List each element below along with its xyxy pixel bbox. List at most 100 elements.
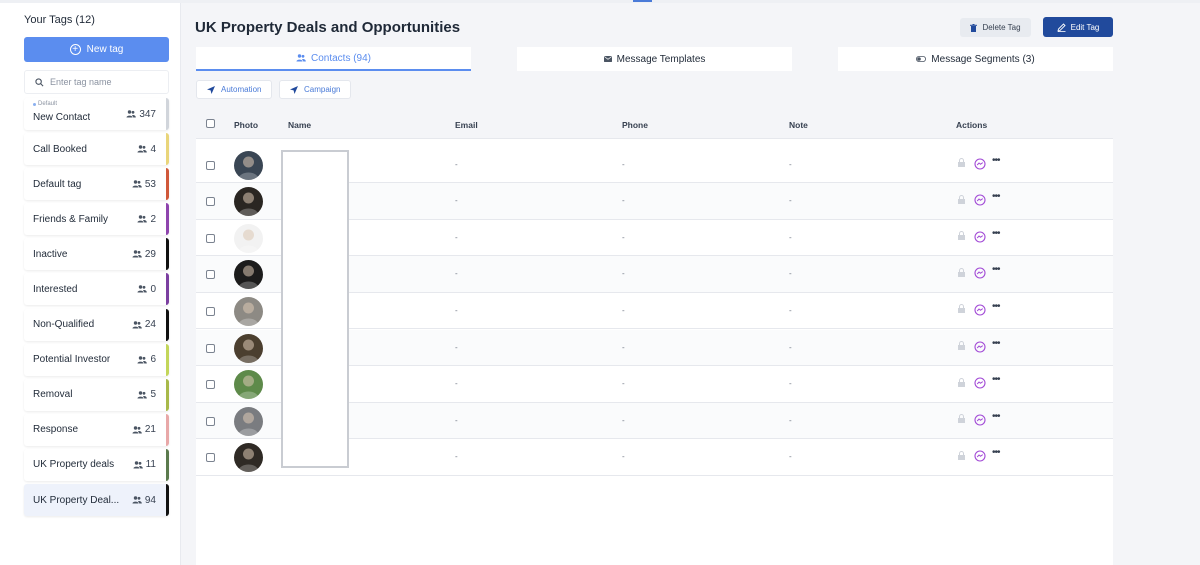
messenger-icon[interactable] [974,340,986,353]
row-actions: ••• [956,375,1006,389]
automation-button[interactable]: Automation [196,80,273,99]
tag-item[interactable]: Default New Contact 347 [24,98,169,130]
avatar[interactable] [234,187,263,217]
avatar[interactable] [234,406,263,436]
email-cell: - [455,305,458,315]
avatar[interactable] [234,370,263,400]
avatar[interactable] [234,260,263,290]
tag-item[interactable]: Interested 0 [24,273,169,306]
more-icon[interactable]: ••• [992,411,1006,424]
tag-count-value: 0 [150,283,156,295]
tab-message-templates[interactable]: Message Templates [517,47,792,71]
email-cell: - [455,269,458,279]
more-icon[interactable]: ••• [992,375,1006,387]
more-icon[interactable]: ••• [992,448,1006,460]
row-checkbox[interactable] [206,380,215,390]
lock-icon[interactable] [956,158,966,168]
avatar[interactable] [234,333,263,363]
note-cell: - [789,232,792,242]
tab-contacts[interactable]: Contacts (94) [196,47,471,71]
tag-count-value: 94 [144,494,156,506]
row-checkbox[interactable] [206,233,215,243]
row-checkbox[interactable] [206,160,215,170]
lock-icon[interactable] [956,304,966,314]
avatar[interactable] [234,443,263,473]
tab-message-segments[interactable]: Message Segments (3) [838,47,1113,71]
row-checkbox[interactable] [206,453,215,463]
messenger-icon[interactable] [974,413,986,426]
messenger-icon[interactable] [974,157,986,170]
tag-item[interactable]: Potential Investor 6 [24,343,169,376]
tag-search-input[interactable] [50,77,160,87]
messenger-icon[interactable] [974,193,986,206]
tag-name: New Contact [33,111,91,123]
tag-item[interactable]: Inactive 29 [24,238,169,271]
tag-item[interactable]: UK Property deals 11 [24,448,169,481]
lock-icon[interactable] [956,267,966,277]
tag-item[interactable]: Removal 5 [24,378,169,411]
tag-color-bar [166,273,169,306]
messenger-icon[interactable] [974,449,986,462]
delete-tag-button[interactable]: Delete Tag [960,18,1031,37]
avatar[interactable] [234,296,263,326]
tag-count-value: 4 [150,143,156,155]
tag-item[interactable]: UK Property Deal... 94 [24,484,169,517]
users-icon [137,391,148,399]
plus-circle-icon: + [69,44,81,55]
lock-icon[interactable] [956,377,966,387]
row-checkbox[interactable] [206,270,215,280]
select-all-checkbox[interactable] [206,119,215,128]
more-icon[interactable]: ••• [992,228,1006,241]
col-actions: Actions [956,120,988,130]
avatar[interactable] [234,223,263,253]
lock-icon[interactable] [956,231,966,241]
users-icon [137,145,148,153]
note-cell: - [789,269,792,279]
tag-item[interactable]: Call Booked 4 [24,133,169,166]
tag-count: 5 [137,389,156,400]
tag-color-bar [166,308,169,341]
tag-item[interactable]: Non-Qualified 24 [24,308,169,341]
tag-item[interactable]: Response 21 [24,413,169,446]
tag-item[interactable]: Default tag 53 [24,168,169,201]
messenger-icon[interactable] [974,303,986,316]
lock-icon[interactable] [956,450,966,460]
row-checkbox[interactable] [206,343,215,353]
sidebar-title: Your Tags (12) [24,14,95,26]
row-actions: ••• [956,301,1006,316]
row-checkbox[interactable] [206,306,215,316]
new-tag-button[interactable]: + New tag [24,37,169,62]
lock-icon[interactable] [956,341,966,351]
lock-icon[interactable] [956,414,966,424]
tag-count-value: 29 [144,248,156,260]
default-label: Default [33,101,57,107]
phone-cell: - [622,452,625,462]
lock-icon[interactable] [956,194,966,204]
default-text: Default [38,101,58,107]
more-icon[interactable]: ••• [992,155,1006,168]
tag-count-value: 21 [144,424,156,436]
tag-count-value: 24 [144,319,156,331]
more-icon[interactable]: ••• [992,192,1006,204]
name-column-redaction [281,150,349,468]
row-checkbox[interactable] [206,416,215,426]
avatar-photo-icon [234,443,263,473]
more-icon[interactable]: ••• [992,301,1006,314]
avatar[interactable] [234,150,263,180]
more-icon[interactable]: ••• [992,265,1006,277]
campaign-button[interactable]: Campaign [279,80,352,99]
email-cell: - [455,232,458,242]
tag-count-value: 5 [150,389,156,401]
row-checkbox[interactable] [206,197,215,207]
tag-name: Inactive [33,248,68,260]
edit-tag-button[interactable]: Edit Tag [1043,17,1113,37]
messenger-icon[interactable] [974,376,986,389]
tag-item[interactable]: Friends & Family 2 [24,203,169,236]
avatar-photo-icon [234,260,263,290]
tag-name: Removal [33,389,73,401]
messenger-icon[interactable] [974,230,986,243]
tag-count: 0 [137,284,156,295]
pencil-icon [1056,22,1066,32]
messenger-icon[interactable] [974,266,986,279]
more-icon[interactable]: ••• [992,338,1006,351]
